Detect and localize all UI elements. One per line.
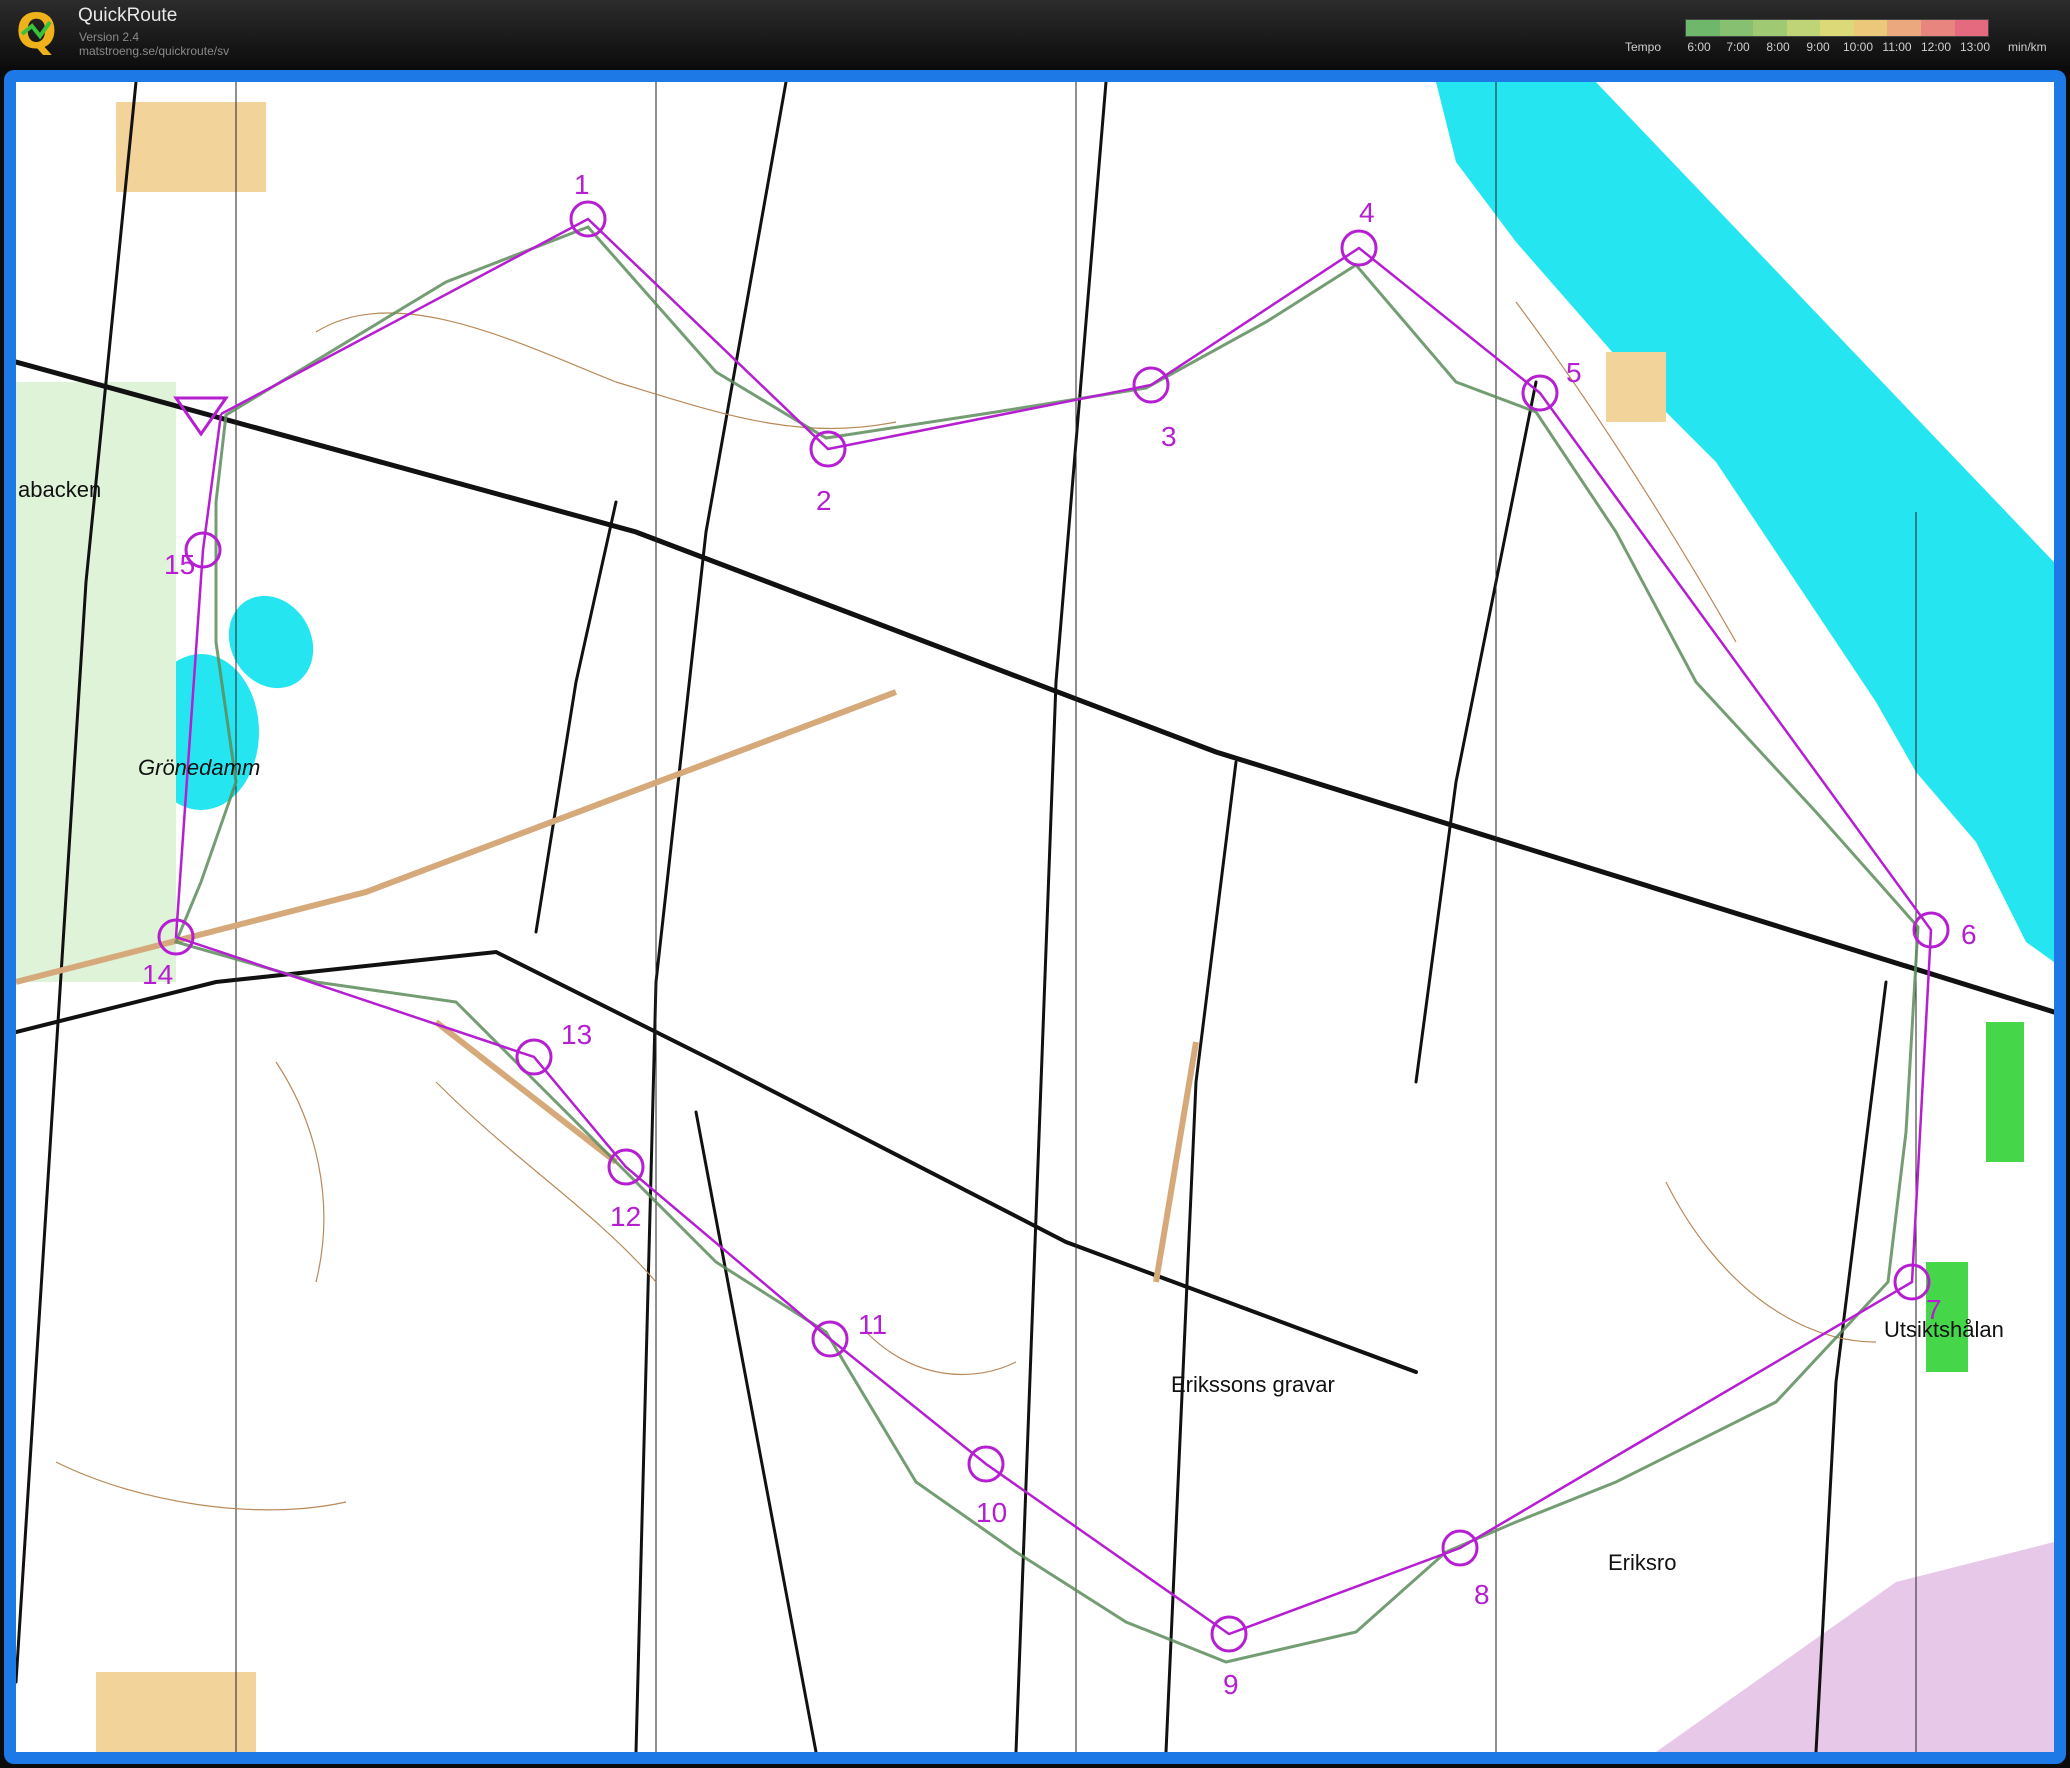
tempo-tick: 10:00	[1842, 40, 1874, 54]
control-number: 3	[1161, 421, 1177, 452]
app-version: Version 2.4	[79, 30, 140, 44]
control-number: 9	[1223, 1669, 1239, 1700]
place-name: Eriksro	[1608, 1550, 1676, 1575]
tempo-unit: min/km	[2008, 40, 2047, 54]
tempo-color-scale	[1685, 19, 1989, 37]
control-number: 12	[610, 1201, 641, 1232]
tempo-color-step	[1686, 20, 1720, 36]
quickroute-logo-icon: Q	[16, 4, 57, 60]
green-area	[1986, 1022, 2024, 1162]
place-name: Grönedamm	[138, 755, 260, 780]
tempo-tick: 7:00	[1726, 40, 1750, 54]
tempo-color-step	[1887, 20, 1921, 36]
tempo-color-step	[1719, 20, 1754, 36]
control-number: 10	[976, 1497, 1007, 1528]
tempo-tick: 6:00	[1687, 40, 1711, 54]
control-number: 5	[1566, 357, 1582, 388]
control-number: 8	[1474, 1579, 1490, 1610]
control-number: 2	[816, 485, 832, 516]
tempo-tick: 12:00	[1920, 40, 1952, 54]
open-land	[116, 102, 266, 192]
tempo-tick: 8:00	[1766, 40, 1790, 54]
tempo-color-step	[1954, 20, 1989, 36]
tempo-color-step	[1753, 20, 1787, 36]
control-number: 15	[164, 549, 195, 580]
tempo-color-step	[1786, 20, 1821, 36]
orienteering-map[interactable]: 1 2 3 4 5 6 7 8 9 10 11 12 13 14 15 abacken Grönedamm …	[16, 82, 2054, 1752]
place-name: Utsiktshålan	[1884, 1317, 2004, 1342]
place-name: abacken	[18, 477, 101, 502]
tempo-label: Tempo	[1625, 40, 1662, 54]
place-name: Erikssons gravar	[1171, 1372, 1335, 1397]
tempo-tick: 11:00	[1882, 40, 1912, 54]
app-url: matstroeng.se/quickroute/sv	[79, 44, 230, 58]
tempo-color-step	[1853, 20, 1888, 36]
control-number: 14	[142, 959, 173, 990]
tempo-tick: 13:00	[1959, 40, 1991, 54]
map-canvas[interactable]: 123456789101112131415 abacken Grönedamm …	[16, 82, 2054, 1752]
tempo-tick: 9:00	[1806, 40, 1830, 54]
control-number: 4	[1359, 197, 1375, 228]
app-title: QuickRoute	[78, 5, 178, 26]
control-number: 1	[574, 169, 590, 200]
control-number: 13	[561, 1019, 592, 1050]
course-legs	[174, 217, 1933, 1636]
contours	[55, 301, 1877, 1511]
hatched-area	[1656, 1542, 2054, 1752]
control-number: 6	[1961, 919, 1977, 950]
control-13[interactable]: 13	[515, 1019, 592, 1076]
open-land	[96, 1672, 256, 1752]
title-bar: Q QuickRoute Version 2.4 matstroeng.se/q…	[0, 0, 2070, 66]
control-number: 11	[858, 1309, 887, 1340]
control-3[interactable]: 3	[1132, 366, 1177, 452]
open-land	[1606, 352, 1666, 422]
control-2[interactable]: 2	[809, 430, 847, 516]
tempo-color-step	[1920, 20, 1955, 36]
control-10[interactable]: 10	[967, 1445, 1007, 1528]
tempo-color-step	[1820, 20, 1854, 36]
